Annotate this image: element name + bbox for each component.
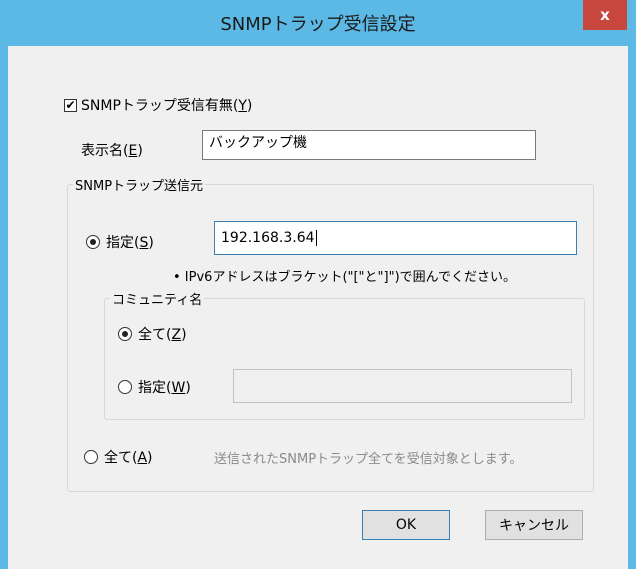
community-all-radio[interactable] — [118, 327, 132, 341]
enable-trap-receive-checkbox-row[interactable]: ✔ SNMPトラップ受信有無(Y) — [64, 95, 252, 115]
source-all-description: 送信されたSNMPトラップ全てを受信対象とします。 — [214, 452, 523, 467]
source-address-input[interactable]: 192.168.3.64 — [214, 221, 577, 255]
radio-dot-icon — [122, 331, 128, 337]
cancel-button[interactable]: キャンセル — [485, 510, 583, 540]
source-specify-radio[interactable] — [86, 235, 100, 249]
dialog-window: SNMPトラップ受信設定 x ✔ SNMPトラップ受信有無(Y) 表示名(E) … — [0, 0, 636, 569]
source-specify-label: 指定(S) — [106, 235, 154, 251]
community-name-input[interactable] — [233, 369, 572, 403]
source-all-label: 全て(A) — [104, 450, 153, 466]
trap-source-group-legend: SNMPトラップ送信元 — [73, 175, 206, 194]
checkmark-icon: ✔ — [65, 98, 76, 112]
radio-dot-icon — [90, 239, 96, 245]
source-all-radio[interactable] — [84, 450, 98, 464]
community-specify-label: 指定(W) — [138, 380, 191, 396]
enable-trap-receive-checkbox[interactable]: ✔ — [64, 98, 77, 112]
community-group-legend: コミュニティ名 — [110, 289, 205, 308]
close-button[interactable]: x — [583, 0, 627, 30]
text-cursor — [315, 230, 317, 246]
source-all-radio-row[interactable]: 全て(A) — [84, 447, 153, 467]
display-name-label: 表示名(E) — [81, 143, 143, 159]
community-specify-radio[interactable] — [118, 380, 132, 394]
title-bar: SNMPトラップ受信設定 x — [0, 0, 636, 46]
community-all-radio-row[interactable]: 全て(Z) — [118, 324, 187, 344]
community-specify-radio-row[interactable]: 指定(W) — [118, 377, 191, 397]
dialog-body: ✔ SNMPトラップ受信有無(Y) 表示名(E) バックアップ機 SNMPトラッ… — [8, 46, 628, 569]
dialog-title: SNMPトラップ受信設定 — [220, 14, 416, 35]
source-specify-radio-row[interactable]: 指定(S) — [86, 232, 154, 252]
ipv6-note: • IPv6アドレスはブラケット("["と"]")で囲んでください。 — [173, 270, 516, 285]
display-name-input[interactable]: バックアップ機 — [202, 130, 536, 160]
ok-button[interactable]: OK — [362, 510, 450, 540]
community-all-label: 全て(Z) — [138, 327, 187, 343]
enable-trap-receive-label: SNMPトラップ受信有無(Y) — [81, 98, 253, 114]
